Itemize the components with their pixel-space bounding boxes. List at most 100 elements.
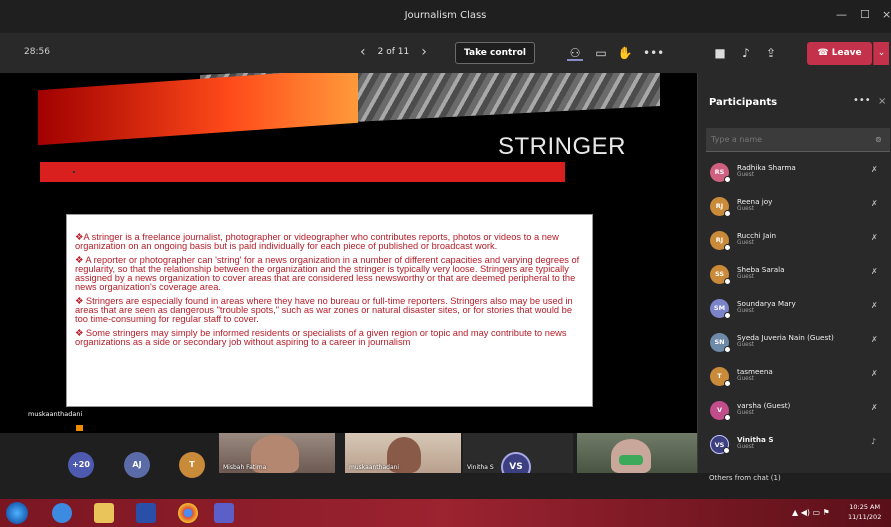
video-tile-label: Misbah Fatima xyxy=(223,464,267,471)
slide-red-band xyxy=(40,162,565,182)
avatar: RS xyxy=(710,163,731,183)
participant-row[interactable]: RJ Rucchi Jain Guest ✗ xyxy=(698,228,891,262)
clock[interactable]: 10:25 AM 11/11/202 xyxy=(848,502,881,522)
chat-icon[interactable]: ▭ xyxy=(593,45,609,61)
chrome-icon[interactable] xyxy=(178,503,198,523)
slide-bullet: ❖ Stringers are especially found in area… xyxy=(75,295,573,325)
share-screen-icon[interactable]: ⇪ xyxy=(763,45,779,61)
raise-hand-icon[interactable]: ✋ xyxy=(617,45,633,61)
more-actions-icon[interactable]: ••• xyxy=(643,45,664,61)
prev-slide-icon[interactable]: ‹ xyxy=(360,44,366,60)
avatar: SM xyxy=(710,299,731,319)
video-tile-label: muskaanthadani xyxy=(349,464,400,471)
people-icon[interactable]: ⚇ xyxy=(567,45,583,61)
mic-muted-icon: ✗ xyxy=(871,403,878,412)
participant-row[interactable]: VS Vinitha S Guest ♪ xyxy=(698,432,891,466)
clock-date: 11/11/202 xyxy=(848,513,882,521)
participant-row[interactable]: RJ Reena joy Guest ✗ xyxy=(698,194,891,228)
chevron-down-icon[interactable]: ⌄ xyxy=(873,42,889,65)
participant-role: Guest xyxy=(737,342,755,348)
participant-row[interactable]: SM Soundarya Mary Guest ✗ xyxy=(698,296,891,330)
avatar: RJ xyxy=(710,231,731,251)
internet-explorer-icon[interactable] xyxy=(52,503,72,523)
mic-muted-icon: ✗ xyxy=(871,233,878,242)
participant-name: Vinitha S xyxy=(737,435,774,444)
participant-name: Reena joy xyxy=(737,197,773,206)
participant-role: Guest xyxy=(737,274,755,280)
take-control-button[interactable]: Take control xyxy=(455,42,535,64)
slide-bullet: ❖ Some stringers may simply be informed … xyxy=(75,327,567,347)
avatar[interactable]: AJ xyxy=(124,452,150,478)
title-bar: Journalism Class — ☐ × xyxy=(0,0,891,33)
avatar: T xyxy=(710,367,731,387)
shared-screen: STRINGER ❖A stringer is a freelance jour… xyxy=(0,73,697,433)
more-participants-badge[interactable]: +20 xyxy=(68,452,94,478)
teams-meeting-window: Journalism Class — ☐ × 28:56 ‹ 2 of 11 ›… xyxy=(0,0,891,527)
participant-role: Guest xyxy=(737,376,755,382)
invite-link-icon[interactable]: ⊚ xyxy=(875,135,882,144)
mic-muted-icon: ✗ xyxy=(871,165,878,174)
participant-name: Rucchi Jain xyxy=(737,231,777,240)
file-explorer-icon[interactable] xyxy=(94,503,114,523)
participant-role: Guest xyxy=(737,172,755,178)
slide-decoration-red xyxy=(38,73,358,146)
close-window-icon[interactable]: × xyxy=(882,8,891,21)
system-tray[interactable]: ▲ ◀) ▭ ⚑ xyxy=(792,508,830,517)
mic-muted-icon: ✗ xyxy=(871,199,878,208)
clock-time: 10:25 AM xyxy=(849,503,881,511)
presenter-pointer-icon xyxy=(76,425,83,431)
camera-icon[interactable]: ■ xyxy=(712,45,728,61)
participant-role: Guest xyxy=(737,308,755,314)
minimize-icon[interactable]: — xyxy=(836,8,847,21)
avatar: VS xyxy=(501,452,531,473)
participant-name: varsha (Guest) xyxy=(737,401,791,410)
start-menu-icon[interactable] xyxy=(6,502,28,524)
teams-icon[interactable] xyxy=(214,503,234,523)
mic-muted-icon: ✗ xyxy=(871,301,878,310)
window-title: Journalism Class xyxy=(404,10,487,21)
participant-row[interactable]: RS Radhika Sharma Guest ✗ xyxy=(698,160,891,194)
others-from-chat-label[interactable]: Others from chat (1) xyxy=(709,474,781,482)
slide-pager: ‹ 2 of 11 › xyxy=(360,44,427,60)
participant-row[interactable]: V varsha (Guest) Guest ✗ xyxy=(698,398,891,432)
media-player-icon[interactable] xyxy=(136,503,156,523)
participant-role: Guest xyxy=(737,410,755,416)
participant-row[interactable]: SN Syeda Juveria Nain (Guest) Guest ✗ xyxy=(698,330,891,364)
participant-name: Sheba Sarala xyxy=(737,265,785,274)
meeting-timer: 28:56 xyxy=(24,47,50,57)
page-indicator: 2 of 11 xyxy=(377,47,410,57)
windows-taskbar: ▲ ◀) ▭ ⚑ 10:25 AM 11/11/202 xyxy=(0,499,891,527)
participant-row[interactable]: T tasmeena Guest ✗ xyxy=(698,364,891,398)
next-slide-icon[interactable]: › xyxy=(421,44,427,60)
maximize-icon[interactable]: ☐ xyxy=(860,8,870,21)
participants-panel: Participants ••• × ⊚ RS Radhika Sharma G… xyxy=(697,73,891,482)
participant-role: Guest xyxy=(737,444,755,450)
avatar[interactable]: T xyxy=(179,452,205,478)
mic-muted-icon: ✗ xyxy=(871,369,878,378)
participant-role: Guest xyxy=(737,240,755,246)
slide-title: STRINGER xyxy=(498,133,627,160)
participant-row[interactable]: SS Sheba Sarala Guest ✗ xyxy=(698,262,891,296)
video-tile[interactable]: muskaanthadani xyxy=(345,433,461,473)
participant-name: Syeda Juveria Nain (Guest) xyxy=(737,333,834,342)
video-tile[interactable] xyxy=(577,433,697,473)
avatar: RJ xyxy=(710,197,731,217)
video-tile[interactable]: VS Vinitha S xyxy=(463,433,573,473)
more-options-icon[interactable]: ••• xyxy=(853,95,871,106)
leave-label: Leave xyxy=(831,48,862,58)
leave-button[interactable]: ☎ Leave xyxy=(807,42,872,65)
video-tile[interactable]: Misbah Fatima xyxy=(219,433,335,473)
avatar: V xyxy=(710,401,731,421)
microphone-icon[interactable]: ♪ xyxy=(738,45,754,61)
avatar: SN xyxy=(710,333,731,353)
name-search-input[interactable] xyxy=(706,128,890,152)
presenter-name: muskaanthadani xyxy=(26,409,85,419)
slide-textbox: ❖A stringer is a freelance journalist, p… xyxy=(66,214,593,407)
participant-name: tasmeena xyxy=(737,367,773,376)
participants-title: Participants xyxy=(709,97,778,108)
avatar: VS xyxy=(710,435,730,454)
phone-hangup-icon: ☎ xyxy=(817,48,829,58)
close-icon[interactable]: × xyxy=(878,96,886,107)
participant-name: Soundarya Mary xyxy=(737,299,796,308)
video-tile-label: Vinitha S xyxy=(467,464,494,471)
